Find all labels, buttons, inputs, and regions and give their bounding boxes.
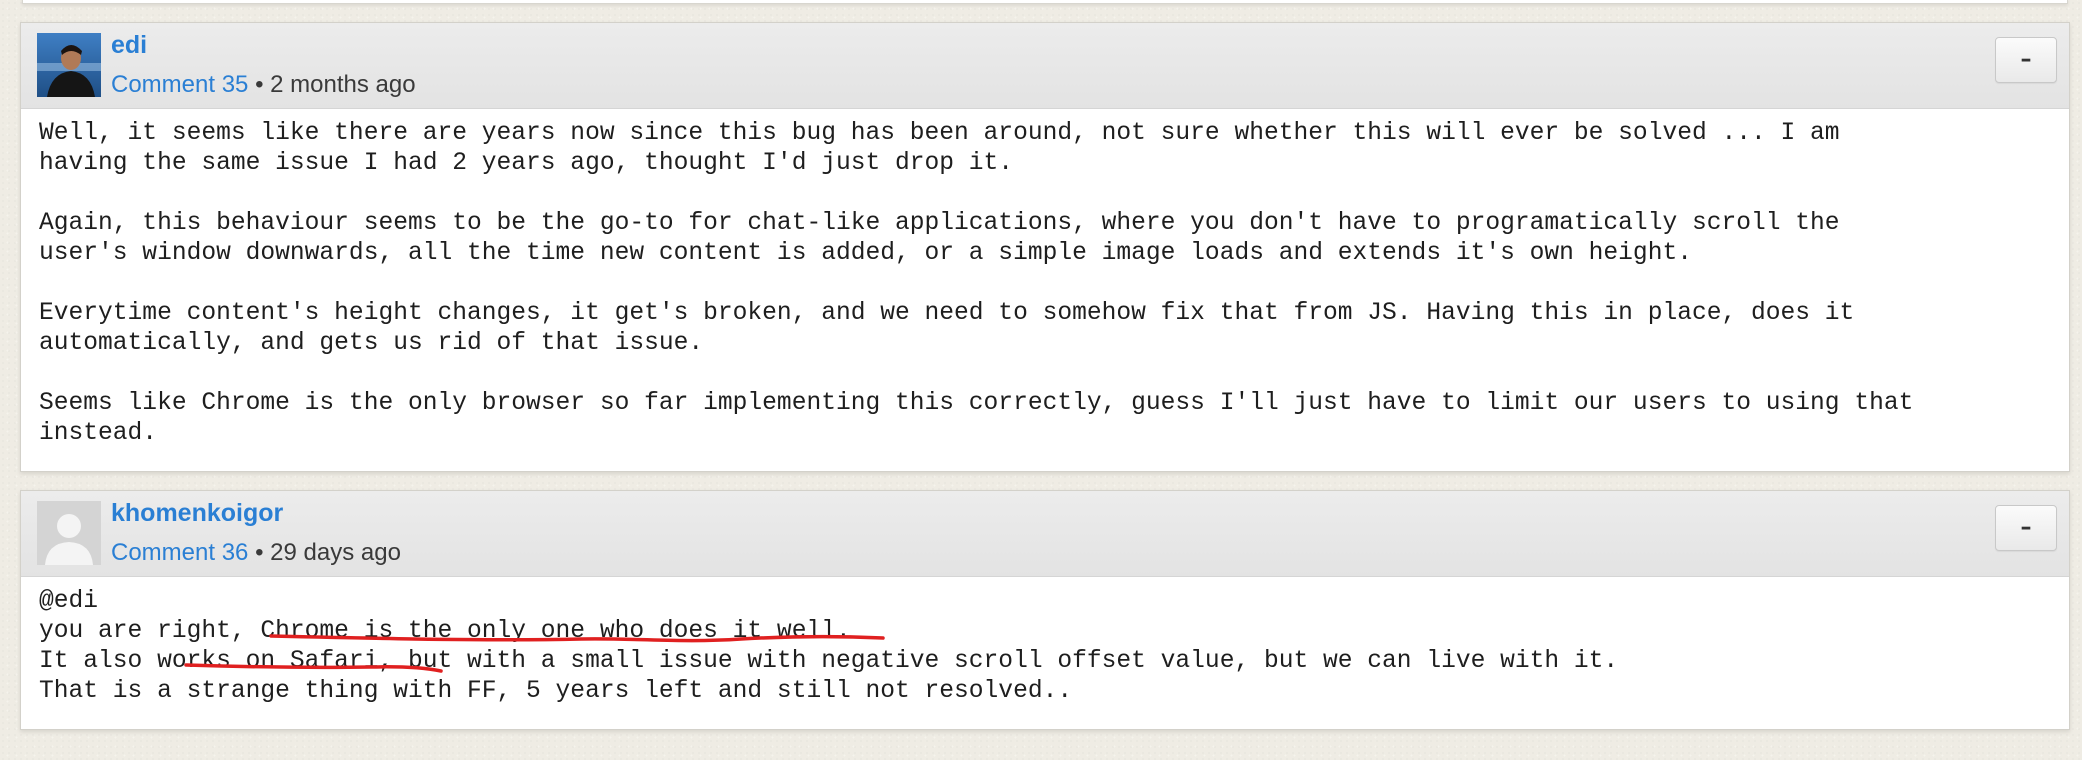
meta-separator: • — [255, 539, 264, 566]
comment-age: 2 months ago — [270, 71, 416, 98]
meta-separator: • — [255, 71, 264, 98]
comment-paragraph: Well, it seems like there are years now … — [39, 120, 1840, 177]
comment-header: khomenkoigor Comment 36 • 29 days ago – — [21, 491, 2069, 577]
comment-card: khomenkoigor Comment 36 • 29 days ago – … — [20, 490, 2070, 730]
comment-meta: Comment 36 • 29 days ago — [111, 539, 401, 567]
comment-body: @edi you are right, Chrome is the only o… — [21, 577, 2069, 707]
comment-line: @edi — [39, 588, 99, 615]
comment-author-link[interactable]: edi — [111, 31, 147, 60]
comment-header: edi Comment 35 • 2 months ago – — [21, 23, 2069, 109]
comment-line: It also works on Safari, but with a smal… — [39, 648, 1619, 675]
comment-author-link[interactable]: khomenkoigor — [111, 499, 283, 528]
comment-paragraph: Again, this behaviour seems to be the go… — [39, 210, 1840, 267]
comment-line: you are right, Chrome is the only one wh… — [39, 618, 851, 645]
comment-card: edi Comment 35 • 2 months ago – Well, it… — [20, 22, 2070, 472]
comment-meta: Comment 35 • 2 months ago — [111, 71, 416, 99]
default-avatar-icon[interactable] — [37, 501, 101, 565]
comment-age: 29 days ago — [270, 539, 401, 566]
collapse-button[interactable]: – — [1995, 505, 2057, 551]
comment-body: Well, it seems like there are years now … — [21, 109, 2069, 449]
comment-number-link[interactable]: Comment 35 — [111, 71, 248, 98]
previous-comment-card — [22, 0, 2068, 4]
comment-paragraph: Seems like Chrome is the only browser so… — [39, 390, 1914, 447]
comment-line: That is a strange thing with FF, 5 years… — [39, 678, 1073, 705]
comment-paragraph: Everytime content's height changes, it g… — [39, 300, 1855, 357]
comment-number-link[interactable]: Comment 36 — [111, 539, 248, 566]
user-avatar[interactable] — [37, 33, 101, 97]
collapse-button[interactable]: – — [1995, 37, 2057, 83]
